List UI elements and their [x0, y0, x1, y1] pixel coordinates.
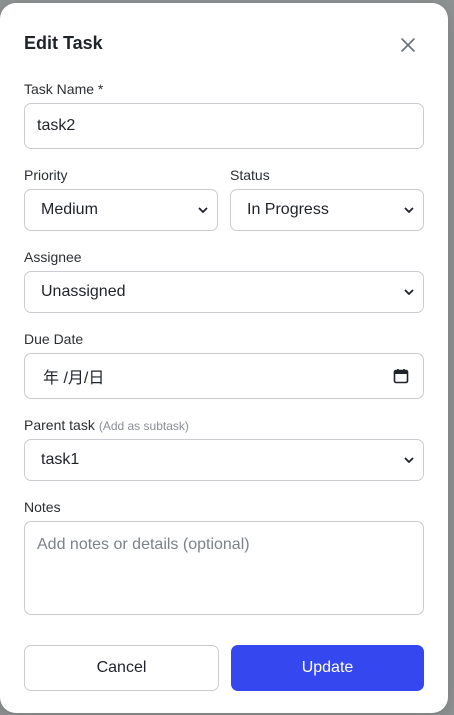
- due-date-placeholder: 年 /月/日: [43, 370, 105, 387]
- priority-value: Medium: [41, 201, 98, 218]
- due-date-label: Due Date: [24, 331, 84, 347]
- chevron-down-icon: [404, 457, 414, 463]
- close-icon[interactable]: [398, 35, 418, 55]
- parent-task-hint: (Add as subtask): [98, 419, 189, 433]
- status-select[interactable]: In Progress: [230, 189, 424, 231]
- calendar-icon[interactable]: [393, 368, 409, 384]
- parent-task-select[interactable]: task1: [24, 439, 424, 481]
- assignee-label: Assignee: [24, 249, 82, 265]
- update-button[interactable]: Update: [231, 645, 424, 691]
- chevron-down-icon: [198, 207, 208, 213]
- dialog-title: Edit Task: [24, 33, 103, 53]
- assignee-select[interactable]: Unassigned: [24, 271, 424, 313]
- task-name-input[interactable]: task2: [24, 103, 424, 149]
- assignee-value: Unassigned: [41, 283, 126, 300]
- chevron-down-icon: [404, 207, 414, 213]
- notes-label: Notes: [24, 499, 61, 515]
- priority-label: Priority: [24, 167, 68, 183]
- parent-task-label: Parent task (Add as subtask): [24, 417, 189, 433]
- cancel-button[interactable]: Cancel: [24, 645, 219, 691]
- priority-select[interactable]: Medium: [24, 189, 218, 231]
- parent-task-value: task1: [41, 451, 80, 468]
- status-value: In Progress: [247, 201, 329, 218]
- chevron-down-icon: [404, 289, 414, 295]
- parent-task-label-text: Parent task: [24, 417, 95, 433]
- task-name-value: task2: [37, 117, 76, 134]
- status-label: Status: [230, 167, 270, 183]
- notes-textarea[interactable]: Add notes or details (optional): [24, 521, 424, 615]
- notes-placeholder: Add notes or details (optional): [37, 536, 250, 553]
- edit-task-dialog: Edit Task Task Name * task2 Priority Med…: [0, 3, 448, 713]
- task-name-label: Task Name *: [24, 81, 104, 97]
- due-date-input[interactable]: 年 /月/日: [24, 353, 424, 399]
